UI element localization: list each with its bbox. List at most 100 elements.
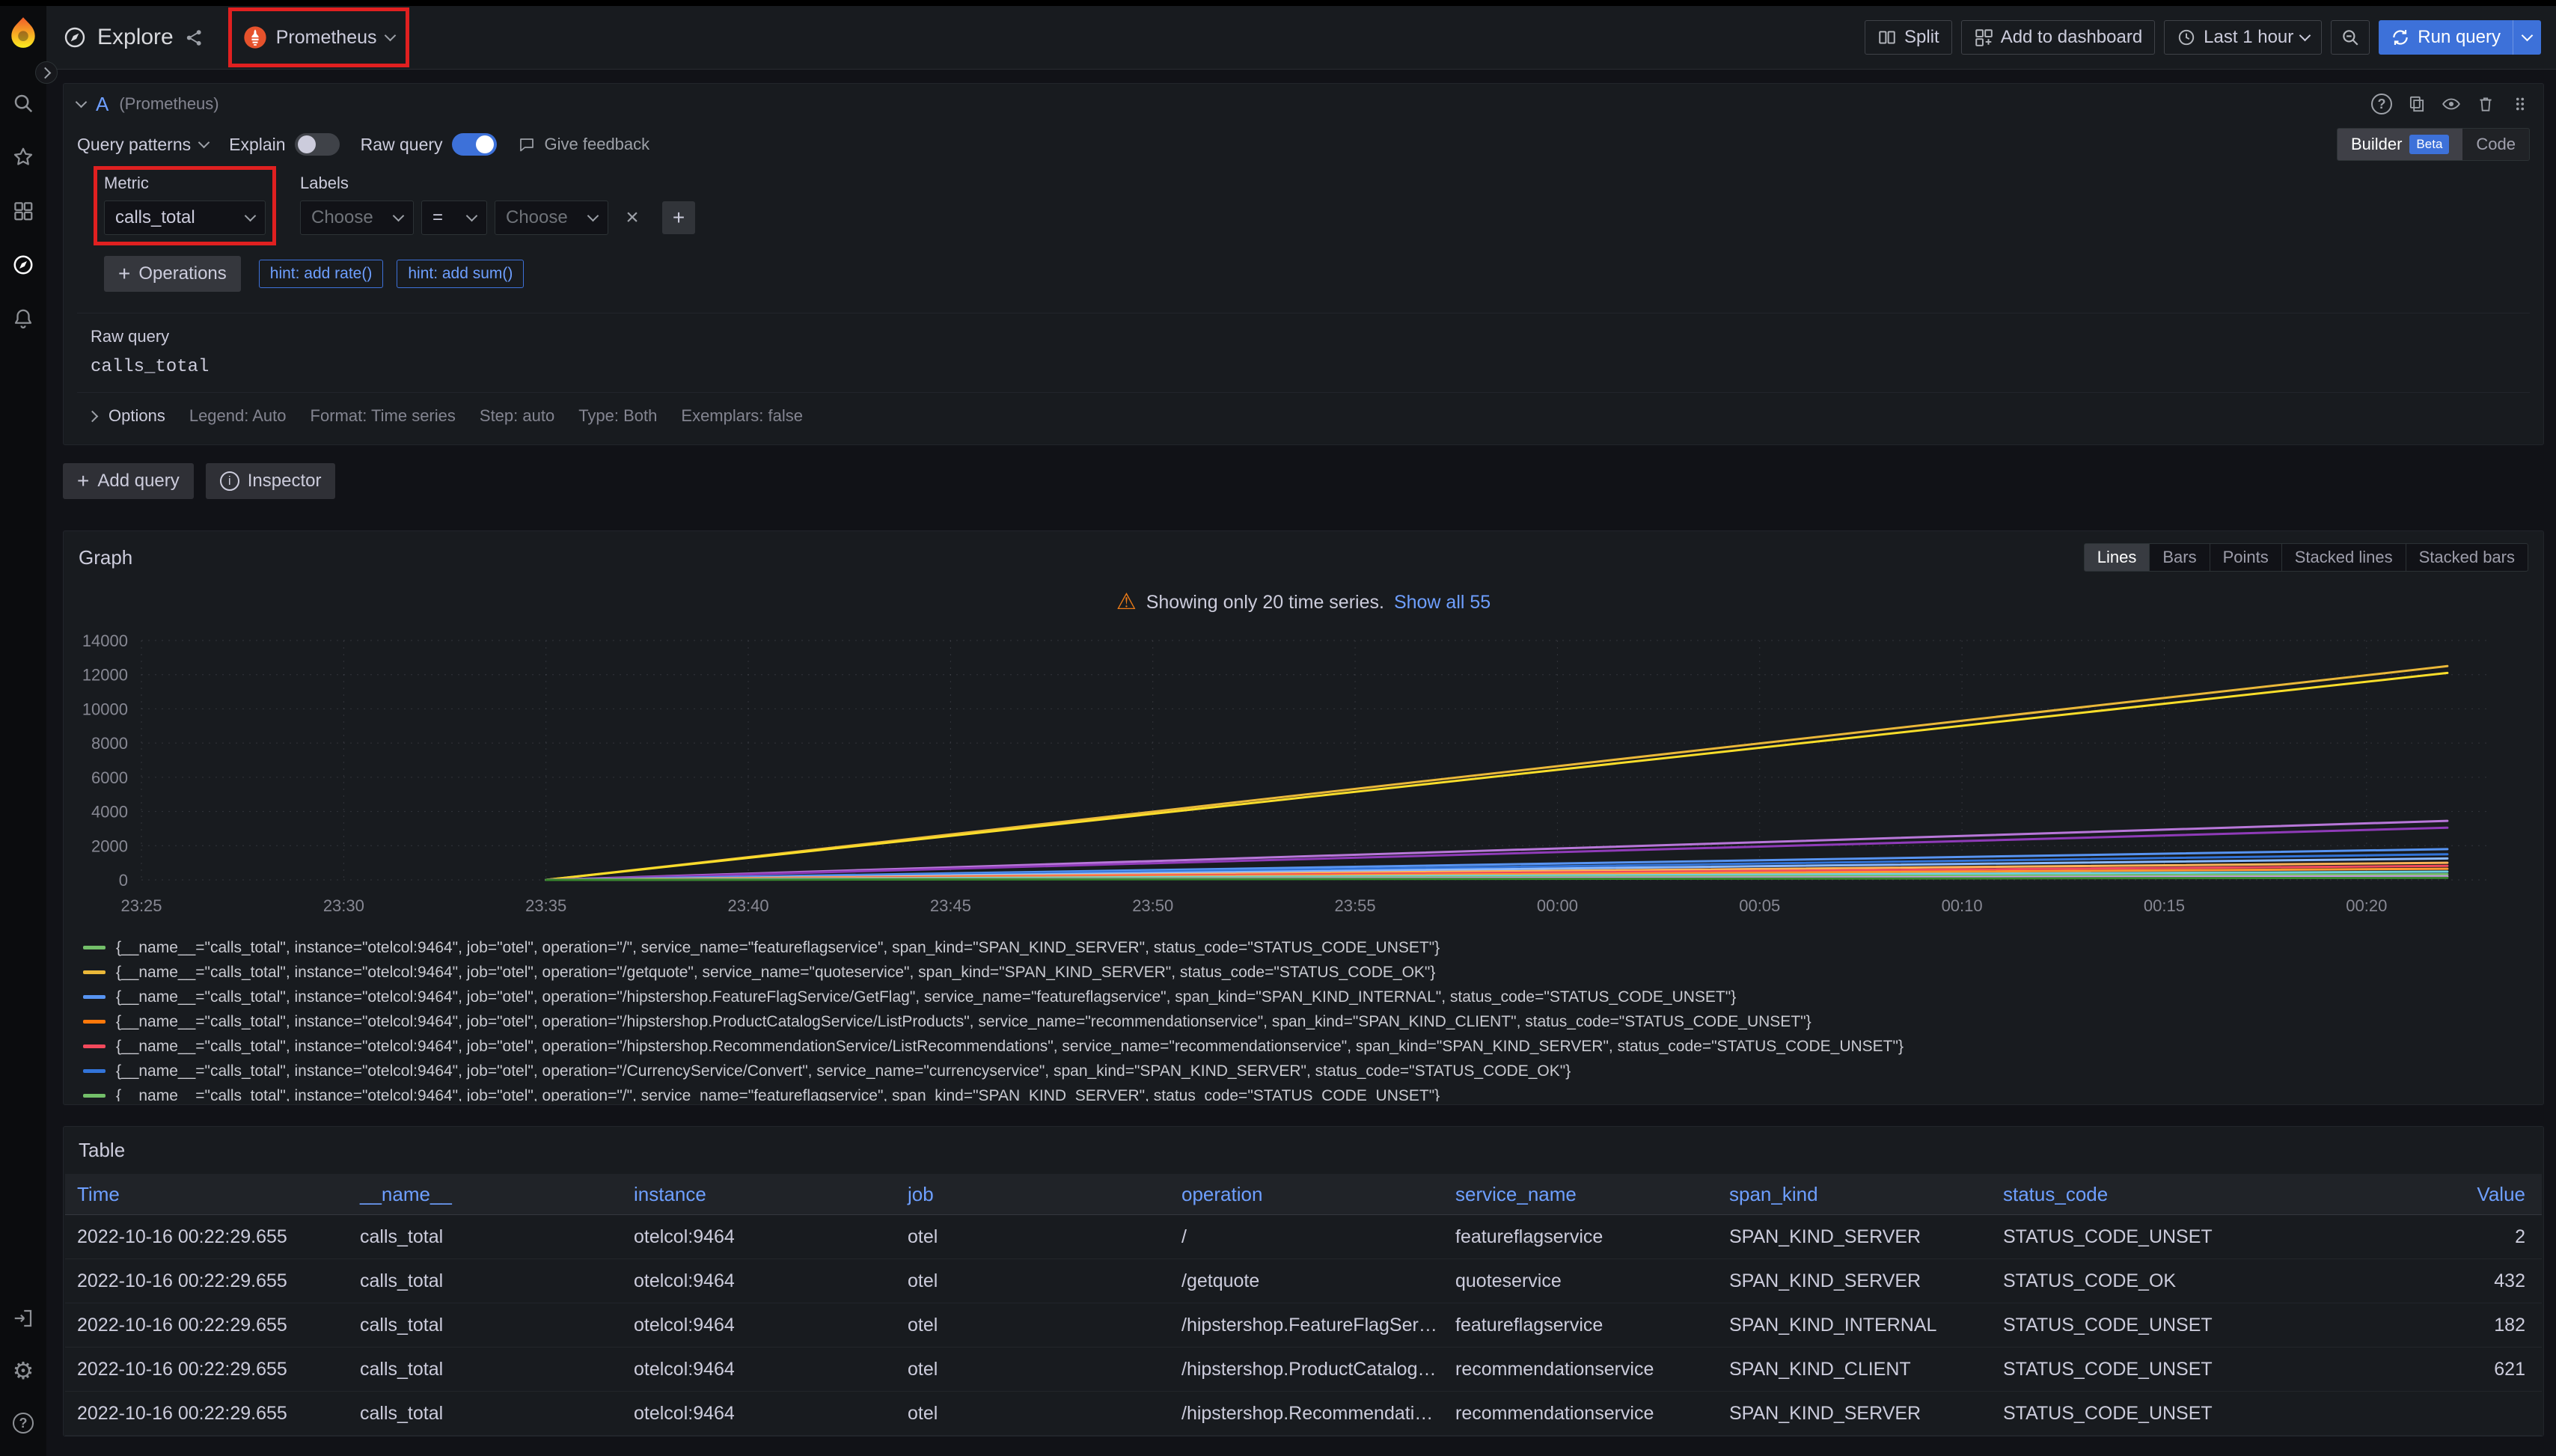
query-help-icon[interactable]: ? [2371, 94, 2392, 114]
alerting-bell-icon[interactable] [11, 307, 35, 331]
grafana-logo[interactable] [6, 15, 40, 49]
options-summary: Legend: AutoFormat: Time seriesStep: aut… [189, 406, 803, 426]
hint-button[interactable]: hint: add sum() [397, 260, 524, 288]
refresh-icon [2391, 28, 2410, 47]
svg-text:23:50: 23:50 [1132, 896, 1173, 915]
explore-compass-icon[interactable] [11, 253, 35, 277]
plus-icon: + [118, 263, 130, 284]
raw-query-toggle-label: Raw query [361, 135, 443, 155]
give-feedback-button[interactable]: Give feedback [518, 135, 650, 154]
remove-label-button[interactable]: × [616, 201, 649, 234]
options-chevron-icon[interactable] [87, 410, 99, 422]
table-cell: calls_total [348, 1315, 622, 1336]
legend-item[interactable]: {__name__="calls_total", instance="otelc… [83, 1059, 2528, 1083]
share-icon[interactable] [184, 28, 204, 48]
add-to-dashboard-label: Add to dashboard [2001, 27, 2142, 48]
hint-button[interactable]: hint: add rate() [259, 260, 384, 288]
hide-query-eye-icon[interactable] [2442, 94, 2461, 114]
table-cell: SPAN_KIND_SERVER [1717, 1403, 1991, 1425]
graph-mode-bars[interactable]: Bars [2149, 543, 2210, 572]
time-range-picker[interactable]: Last 1 hour [2164, 20, 2322, 55]
settings-gear-icon[interactable]: ⚙ [11, 1359, 35, 1383]
collapse-query-chevron-icon[interactable] [76, 97, 88, 108]
column-header-span_kind[interactable]: span_kind [1717, 1183, 1991, 1206]
dashboards-icon[interactable] [11, 199, 35, 223]
table-cell: otelcol:9464 [622, 1226, 896, 1248]
table-cell: otelcol:9464 [622, 1315, 896, 1336]
svg-text:0: 0 [119, 871, 128, 890]
explain-toggle[interactable] [295, 133, 340, 156]
add-to-dashboard-button[interactable]: Add to dashboard [1961, 20, 2155, 55]
time-range-label: Last 1 hour [2204, 27, 2293, 48]
feedback-bubble-icon [518, 135, 536, 153]
column-header-job[interactable]: job [896, 1183, 1170, 1206]
column-header-__name__[interactable]: __name__ [348, 1183, 622, 1206]
column-header-value[interactable]: Value [2265, 1183, 2542, 1206]
sign-in-icon[interactable] [11, 1306, 35, 1330]
run-query-button[interactable]: Run query [2379, 20, 2541, 55]
graph-mode-points[interactable]: Points [2210, 543, 2282, 572]
label-key-select[interactable]: Choose [300, 201, 414, 235]
table-cell: STATUS_CODE_UNSET [1991, 1315, 2265, 1336]
svg-text:00:00: 00:00 [1537, 896, 1578, 915]
legend-item[interactable]: {__name__="calls_total", instance="otelc… [83, 1034, 2528, 1059]
legend-item[interactable]: {__name__="calls_total", instance="otelc… [83, 960, 2528, 985]
graph-legend: {__name__="calls_total", instance="otelc… [79, 935, 2528, 1101]
svg-text:23:25: 23:25 [120, 896, 162, 915]
table-cell: SPAN_KIND_SERVER [1717, 1226, 1991, 1248]
graph-mode-stacked-lines[interactable]: Stacked lines [2281, 543, 2406, 572]
add-label-button[interactable]: + [662, 201, 695, 234]
delete-query-trash-icon[interactable] [2476, 94, 2495, 114]
help-icon[interactable]: ? [11, 1411, 35, 1435]
add-query-button[interactable]: + Add query [63, 463, 194, 499]
operations-button[interactable]: + Operations [104, 256, 241, 292]
label-operator-select[interactable]: = [421, 201, 487, 235]
table-header-row: Time__name__instancejoboperationservice_… [65, 1174, 2542, 1215]
table-cell: SPAN_KIND_SERVER [1717, 1270, 1991, 1292]
query-builder: Metric calls_total Labels Choose [77, 165, 2530, 435]
table-cell: / [1170, 1226, 1443, 1248]
expand-sidebar-button[interactable] [35, 61, 58, 84]
options-label[interactable]: Options [108, 406, 165, 426]
table-body: 2022-10-16 00:22:29.655calls_totalotelco… [65, 1215, 2542, 1436]
raw-query-toggle[interactable] [452, 133, 497, 156]
column-header-time[interactable]: Time [65, 1183, 348, 1206]
query-ref-id[interactable]: A [96, 93, 108, 116]
metric-select[interactable]: calls_total [104, 201, 266, 235]
column-header-instance[interactable]: instance [622, 1183, 896, 1206]
code-mode-tab[interactable]: Code [2462, 129, 2529, 160]
svg-text:00:10: 00:10 [1942, 896, 1983, 915]
graph-mode-stacked-bars[interactable]: Stacked bars [2406, 543, 2528, 572]
legend-item[interactable]: {__name__="calls_total", instance="otelc… [83, 935, 2528, 960]
column-header-status_code[interactable]: status_code [1991, 1183, 2265, 1206]
legend-item[interactable]: {__name__="calls_total", instance="otelc… [83, 1083, 2528, 1101]
graph-mode-lines[interactable]: Lines [2084, 543, 2150, 572]
show-all-link[interactable]: Show all 55 [1394, 592, 1491, 614]
table-cell: SPAN_KIND_CLIENT [1717, 1359, 1991, 1380]
legend-color-swatch [83, 946, 106, 949]
prometheus-logo-icon [243, 25, 267, 49]
window-top-strip [0, 0, 2556, 6]
search-icon[interactable] [11, 91, 35, 115]
table-row: 2022-10-16 00:22:29.655calls_totalotelco… [65, 1259, 2542, 1303]
duplicate-query-icon[interactable] [2407, 94, 2427, 114]
legend-item[interactable]: {__name__="calls_total", instance="otelc… [83, 1009, 2528, 1034]
time-series-chart[interactable]: 0200040006000800010000120001400023:2523:… [79, 630, 2498, 926]
svg-text:23:40: 23:40 [728, 896, 769, 915]
drag-handle-icon[interactable] [2510, 94, 2530, 114]
zoom-out-button[interactable] [2331, 20, 2370, 55]
run-query-dropdown[interactable] [2513, 20, 2541, 55]
split-button[interactable]: Split [1865, 20, 1952, 55]
builder-mode-tab[interactable]: Builder Beta [2338, 129, 2462, 160]
option-item: Legend: Auto [189, 406, 287, 426]
column-header-service_name[interactable]: service_name [1443, 1183, 1717, 1206]
label-value-placeholder: Choose [506, 207, 568, 228]
starred-icon[interactable] [11, 145, 35, 169]
legend-label: {__name__="calls_total", instance="otelc… [116, 1087, 1440, 1102]
datasource-picker[interactable]: Prometheus [234, 18, 403, 57]
column-header-operation[interactable]: operation [1170, 1183, 1443, 1206]
label-value-select[interactable]: Choose [495, 201, 608, 235]
legend-item[interactable]: {__name__="calls_total", instance="otelc… [83, 985, 2528, 1009]
query-patterns-dropdown[interactable]: Query patterns [77, 135, 208, 155]
inspector-button[interactable]: i Inspector [206, 463, 336, 499]
